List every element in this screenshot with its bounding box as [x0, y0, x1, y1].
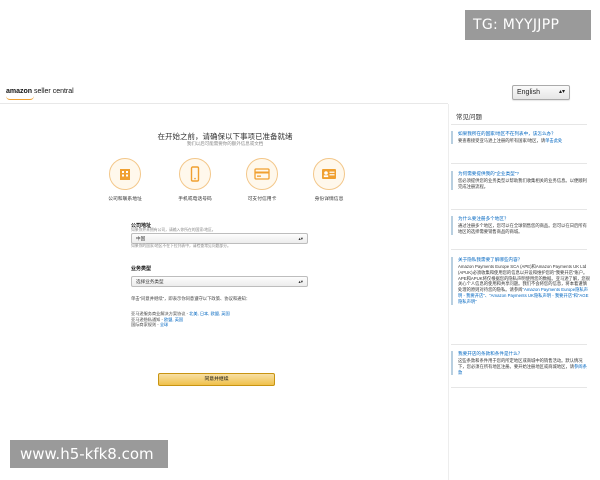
amazon-smile-icon [6, 96, 34, 100]
faq-item: 为何需要提供我的"企业类型"? 您必须提供您的业务类型以帮助我们收集相关的业务信… [451, 171, 591, 190]
faq-answer: Amazon Payments Europe SCA (APE)和Amazon … [458, 264, 591, 305]
amazon-seller-central-logo[interactable]: amazon seller central [6, 88, 74, 100]
header-divider [0, 103, 448, 104]
business-type-select[interactable]: 选择业务类型 ▴▾ [131, 276, 308, 287]
watermark-top: TG: MYYJJPP [465, 10, 591, 40]
chevron-updown-icon: ▴▾ [298, 279, 303, 284]
agree-continue-button[interactable]: 同意并继续 [158, 373, 275, 386]
policy-links[interactable]: 北美, 日本, 欧盟, 英国 [189, 311, 229, 316]
company-address-select[interactable]: 中国 ▴▾ [131, 233, 308, 244]
page-subtitle: 我们以后可能需要你的额外信息或文档 [186, 141, 264, 146]
language-value: English [517, 89, 540, 96]
requirement-label: 公司和联系地址 [108, 197, 142, 202]
language-select[interactable]: English ▴▾ [512, 85, 570, 100]
faq-divider [451, 209, 587, 210]
policy-links[interactable]: 欧盟, 英国 [164, 317, 183, 322]
requirement-credit-card: 可支付信用卡 [234, 158, 290, 202]
faq-item: 如果我所在的国家/地区不在列表中，该怎么办？ 要查看接受亚马逊上注册的所有国家/… [451, 131, 591, 144]
faq-answer: 要查看接受亚马逊上注册的所有国家/地区，请单击此处 [458, 138, 591, 144]
faq-item: 我要开店的条款和条件是什么？ 这些条款和条件用于您的所定地区或商城中的销售活动。… [451, 351, 591, 376]
company-address-note: 如果你的国家/地区不在下拉列表中，请检查常见问题部分。 [131, 244, 231, 248]
faq-answer: 这些条款和条件用于您的所定地区或商城中的销售活动。默认情况下，您必须在所有地区注… [458, 358, 591, 375]
business-type-value: 选择业务类型 [136, 279, 164, 284]
chevron-updown-icon: ▴▾ [558, 89, 565, 95]
watermark-bottom: www.h5-kfk8.com [10, 440, 168, 468]
faq-answer-text: 要查看接受亚马逊上注册的所有国家/地区，请 [458, 138, 546, 143]
sidebar-divider [448, 104, 449, 480]
faq-divider [451, 124, 587, 125]
policy-line: 国际商家规则 - 全球 [131, 322, 230, 328]
faq-answer-text: 这些条款和条件用于您的所定地区或商城中的销售活动。默认情况下，您必须在所有地区注… [458, 358, 583, 369]
faq-question[interactable]: 如果我所在的国家/地区不在列表中，该怎么办？ [458, 131, 591, 137]
faq-question[interactable]: 我要开店的条款和条件是什么？ [458, 351, 591, 357]
faq-divider [451, 249, 587, 250]
chevron-updown-icon: ▴▾ [298, 236, 303, 241]
faq-title: 常见问题 [456, 114, 482, 121]
faq-question[interactable]: 为何需要提供我的"企业类型"? [458, 171, 591, 177]
building-icon [109, 158, 141, 190]
policy-text: 国际商家规则 - [131, 322, 160, 328]
faq-divider [451, 163, 587, 164]
policy-list: 亚马逊服务商业解决方案协议 - 北美, 日本, 欧盟, 英国 亚马逊隐私通知 -… [131, 311, 230, 328]
policy-links[interactable]: 全球 [160, 322, 168, 327]
faq-divider [451, 344, 587, 345]
requirement-company-address: 公司和联系地址 [97, 158, 153, 202]
company-address-value: 中国 [136, 236, 146, 241]
faq-answer: 您必须提供您的业务类型以帮助我们收集相关的业务信息。以便顺利完成注册流程。 [458, 178, 587, 189]
faq-item: 关于隐私我需要了解哪些内容？ Amazon Payments Europe SC… [451, 257, 591, 305]
mobile-phone-icon [179, 158, 211, 190]
business-type-label: 业务类型 [131, 266, 152, 272]
faq-answer-link[interactable]: 单击此处 [545, 138, 562, 143]
requirement-identity: 身份详情信息 [301, 158, 357, 202]
logo-sub: seller central [34, 88, 74, 95]
requirement-phone: 手机或电话号码 [167, 158, 223, 202]
policy-text: 亚马逊服务商业解决方案协议 - [131, 311, 190, 316]
faq-item: 为什么要注册多个地区？ 通过注册多个地区，您可以在全球销售您的商品。您可以在日后… [451, 216, 591, 235]
faq-divider [451, 387, 587, 388]
faq-question[interactable]: 关于隐私我需要了解哪些内容？ [458, 257, 591, 263]
requirement-label: 可支付信用卡 [247, 197, 277, 202]
requirement-label: 身份详情信息 [314, 197, 344, 202]
logo-main: amazon [6, 88, 33, 95]
id-card-icon [313, 158, 345, 190]
faq-question[interactable]: 为什么要注册多个地区？ [458, 216, 591, 222]
requirement-label: 手机或电话号码 [178, 197, 212, 202]
faq-answer: 通过注册多个地区，您可以在全球销售您的商品。您可以在日后所有地区的选择需要销售商… [458, 223, 587, 234]
agreement-notice: 单击"同意并继续"，即表示你同意遵守以下政策、协议和通知： [131, 296, 251, 301]
policy-text: 亚马逊隐私通知 - [131, 316, 165, 322]
credit-card-icon [246, 158, 278, 190]
